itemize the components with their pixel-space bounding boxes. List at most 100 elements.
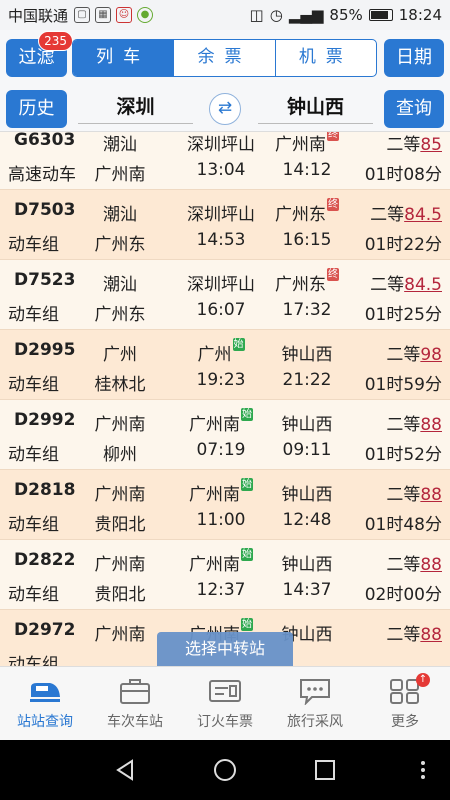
train-type: 动车组	[8, 235, 59, 255]
origin-station: 广州	[103, 345, 137, 365]
seat-price[interactable]: 二等88	[352, 480, 442, 505]
tab-trains[interactable]: 列车	[73, 40, 174, 76]
seat-price[interactable]: 二等88	[352, 550, 442, 575]
train-type: 动车组	[8, 305, 59, 325]
terminus-station: 广州东	[94, 305, 146, 325]
to-station-field[interactable]: 钟山西	[258, 92, 373, 124]
train-type: 动车组	[8, 585, 59, 605]
bottom-nav: 站站查询 车次车站 订火车票 旅行采风 ↑ 更多	[0, 666, 450, 740]
filter-count-badge: 235	[38, 31, 73, 51]
arrive-time: 21:22	[282, 370, 332, 390]
train-row[interactable]: D2995 动车组 广州 桂林北 广州始 19:23 钟山西 21:22 二等98 01时59分	[0, 330, 450, 400]
tab-flights[interactable]: 机票	[274, 40, 376, 76]
train-row[interactable]: D2818 动车组 广州南 贵阳北 广州南始 11:00 钟山西 12:48 二等88 01时48…	[0, 470, 450, 540]
train-list[interactable]: G6303 高速动车 潮汕 广州南 深圳坪山 13:04 广州南终 14:12 二等85 01时0…	[0, 132, 450, 666]
arrive-time: 12:48	[282, 510, 332, 530]
mode-tabs: 列车 余票 机票	[72, 39, 377, 77]
seat-price[interactable]: 二等85	[352, 132, 442, 155]
depart-station: 广州南始	[189, 478, 253, 505]
nav-label: 站站查询	[17, 714, 73, 730]
nav-station-query[interactable]: 站站查询	[0, 667, 90, 740]
terminus-station: 柳州	[103, 445, 137, 465]
arrive-time: 14:12	[282, 160, 332, 180]
duration: 02时00分	[364, 585, 442, 605]
duration: 01时52分	[364, 445, 442, 465]
duration: 01时25分	[364, 305, 442, 325]
end-tag-icon: 终	[327, 268, 339, 281]
depart-time: 16:07	[196, 300, 246, 320]
tab-remaining-tickets[interactable]: 余票	[173, 40, 274, 76]
nav-label: 更多	[391, 714, 419, 730]
filter-button[interactable]: 过滤 235	[6, 31, 73, 77]
depart-time: 19:23	[196, 370, 246, 390]
notification-badge-icon: ↑	[416, 673, 430, 687]
nav-label: 车次车站	[107, 714, 163, 730]
train-row[interactable]: D2822 动车组 广州南 贵阳北 广州南始 12:37 钟山西 14:37 二等88 02时00…	[0, 540, 450, 610]
arrive-station: 钟山西	[281, 485, 333, 505]
clock: 18:24	[398, 6, 442, 24]
train-row[interactable]: D2992 动车组 广州南 柳州 广州南始 07:19 钟山西 09:11 二等88 01时52分	[0, 400, 450, 470]
depart-time: 12:37	[196, 580, 246, 600]
top-toolbar: 过滤 235 列车 余票 机票 日期	[0, 30, 450, 86]
train-row[interactable]: D7523 动车组 潮汕 广州东 深圳坪山 16:07 广州东终 17:32 二等84.5 01时…	[0, 260, 450, 330]
seat-price[interactable]: 二等88	[352, 410, 442, 435]
recents-icon[interactable]	[313, 758, 337, 782]
battery-percent: 85%	[329, 6, 363, 24]
terminus-station: 贵阳北	[94, 585, 146, 605]
from-station-field[interactable]: 深圳	[78, 92, 193, 124]
arrive-station: 广州东终	[275, 268, 339, 295]
train-number: D2818	[14, 480, 76, 500]
depart-time: 11:00	[196, 510, 246, 530]
origin-station: 潮汕	[103, 135, 137, 155]
arrive-time: 16:15	[282, 230, 332, 250]
nav-more[interactable]: ↑ 更多	[360, 667, 450, 740]
seat-price[interactable]: 二等84.5	[352, 270, 442, 295]
query-button[interactable]: 查询	[384, 90, 444, 128]
depart-station: 广州南始	[189, 548, 253, 575]
start-tag-icon: 始	[241, 478, 253, 491]
origin-station: 广州南	[94, 555, 146, 575]
date-button[interactable]: 日期	[384, 39, 444, 77]
train-type: 动车组	[8, 515, 59, 535]
train-row[interactable]: D7503 动车组 潮汕 广州东 深圳坪山 14:53 广州东终 16:15 二等84.5 01时…	[0, 190, 450, 260]
briefcase-icon	[120, 679, 150, 704]
start-tag-icon: 始	[241, 618, 253, 631]
arrive-time: 17:32	[282, 300, 332, 320]
depart-station: 广州始	[197, 338, 245, 365]
select-transfer-button[interactable]: 选择中转站	[157, 632, 293, 666]
status-bar: 中国联通 ▢ ▦ ☺ ● ◫ ◷ ▂▄▆ 85% 18:24	[0, 0, 450, 30]
train-number: D7503	[14, 200, 76, 220]
menu-dots-icon[interactable]	[418, 758, 428, 782]
origin-station: 广州南	[94, 625, 146, 645]
duration: 01时48分	[364, 515, 442, 535]
nav-book-ticket[interactable]: 订火车票	[180, 667, 270, 740]
arrive-station: 钟山西	[281, 415, 333, 435]
train-type: 动车组	[8, 655, 59, 666]
nav-train-station[interactable]: 车次车站	[90, 667, 180, 740]
depart-time: 07:19	[196, 440, 246, 460]
depart-time: 13:04	[196, 160, 246, 180]
route-bar: 历史 深圳 ⇄ 钟山西 查询	[0, 86, 450, 132]
seat-price[interactable]: 二等88	[352, 620, 442, 645]
home-icon[interactable]	[213, 758, 237, 782]
depart-station: 深圳坪山	[187, 135, 255, 155]
swap-arrows-icon[interactable]: ⇄	[209, 93, 241, 125]
start-tag-icon: 始	[232, 338, 245, 351]
history-button[interactable]: 历史	[6, 90, 67, 128]
arrive-station: 钟山西	[281, 345, 333, 365]
seat-price[interactable]: 二等98	[352, 340, 442, 365]
origin-station: 潮汕	[103, 275, 137, 295]
nav-label: 订火车票	[197, 714, 253, 730]
train-icon	[30, 683, 60, 702]
train-row[interactable]: G6303 高速动车 潮汕 广州南 深圳坪山 13:04 广州南终 14:12 二等85 01时0…	[0, 132, 450, 190]
arrive-station: 广州南终	[272, 132, 342, 155]
app-icon: ☺	[116, 7, 133, 23]
train-type: 动车组	[8, 375, 59, 395]
nav-travel[interactable]: 旅行采风	[270, 667, 360, 740]
seat-price[interactable]: 二等84.5	[352, 200, 442, 225]
arrive-station: 钟山西	[281, 555, 333, 575]
back-icon[interactable]	[113, 758, 137, 782]
signal-icon: ▂▄▆	[288, 6, 324, 24]
chat-bubble-icon	[300, 679, 330, 705]
vibrate-icon: ◫	[249, 6, 264, 24]
